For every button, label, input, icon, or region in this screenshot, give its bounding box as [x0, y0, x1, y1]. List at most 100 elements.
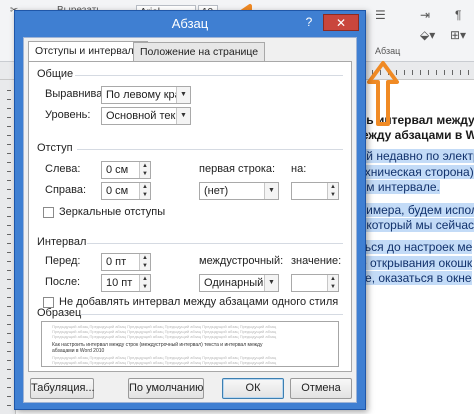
no-space-same-style-label: Не добавлять интервал между абзацами одн… — [59, 296, 339, 308]
first-line-select[interactable]: (нет) ▼ — [199, 182, 279, 200]
level-select[interactable]: Основной текст ▼ — [101, 107, 191, 125]
alignment-select[interactable]: По левому краю ▼ — [101, 86, 191, 104]
help-button[interactable]: ? — [299, 14, 319, 31]
general-heading: Общие — [37, 68, 74, 80]
tab-line-page-breaks[interactable]: Положение на странице — [133, 42, 266, 61]
preview-heading: Образец — [37, 307, 82, 319]
indent-icon[interactable]: ⇥ — [420, 8, 430, 22]
preview-previous-paragraph: Предыдущий абзац Предыдущий абзац Предыд… — [52, 335, 277, 339]
ruler-tick — [7, 135, 11, 136]
mirror-indents-checkbox[interactable] — [43, 207, 54, 218]
shading-icon[interactable]: ⬙▾ — [420, 28, 435, 42]
spin-up-icon[interactable]: ▲ — [328, 275, 338, 283]
ruler-tick — [7, 189, 11, 190]
ruler-tick — [468, 70, 469, 75]
ruler-tick — [404, 70, 405, 75]
document-line[interactable]: между абзацами в W — [353, 128, 474, 142]
indent-by-label: на: — [291, 163, 307, 175]
spacing-before-value: 0 пт — [106, 256, 127, 268]
ruler-tick — [7, 171, 11, 172]
ruler-tick — [444, 70, 445, 75]
ruler-tick — [7, 297, 11, 298]
chevron-down-icon: ▼ — [264, 275, 278, 291]
group-divider — [81, 314, 343, 315]
tab-panel: Общие Выравнивание: По левому краю ▼ Уров… — [28, 61, 352, 372]
spin-down-icon[interactable]: ▼ — [140, 191, 150, 199]
ruler-tick — [7, 198, 11, 199]
spin-up-icon[interactable]: ▲ — [140, 162, 150, 170]
document-line[interactable]: техническая сторона) — [353, 165, 474, 179]
first-line-label: первая строка: — [199, 163, 276, 175]
ruler-tick — [7, 234, 11, 235]
spin-down-icon[interactable]: ▼ — [328, 191, 338, 199]
ruler-tick — [7, 342, 11, 343]
ruler-tick — [7, 225, 11, 226]
ruler-tick — [7, 360, 11, 361]
document-line[interactable]: примера, будем испол — [353, 203, 474, 217]
group-divider — [75, 75, 343, 76]
indent-left-label: Слева: — [45, 163, 81, 175]
spin-up-icon[interactable]: ▲ — [140, 183, 150, 191]
cancel-button[interactable]: Отмена — [290, 378, 352, 399]
document-line[interactable]: ёте, оказаться в окне — [353, 271, 472, 285]
spin-down-icon[interactable]: ▼ — [140, 170, 150, 178]
paragraph-group-arrow-icon — [367, 61, 399, 126]
spacing-after-stepper[interactable]: 10 пт ▲ ▼ — [101, 274, 151, 292]
indent-by-stepper[interactable]: ▲ ▼ — [291, 182, 339, 200]
spin-down-icon[interactable]: ▼ — [328, 283, 338, 291]
ruler-tick — [412, 70, 413, 75]
ruler-tick — [7, 252, 11, 253]
ruler-tick — [7, 270, 11, 271]
ruler-tick — [7, 126, 11, 127]
indent-left-stepper[interactable]: 0 см ▲ ▼ — [101, 161, 151, 179]
spin-down-icon[interactable]: ▼ — [140, 283, 150, 291]
preview-previous-paragraph: Предыдущий абзац Предыдущий абзац Предыд… — [52, 325, 277, 329]
tabs-button[interactable]: Табуляция... — [30, 378, 95, 399]
spin-down-icon[interactable]: ▼ — [140, 262, 150, 270]
borders-icon[interactable]: ⊞▾ — [450, 28, 466, 42]
level-label: Уровень: — [45, 109, 91, 121]
chevron-down-icon: ▼ — [176, 108, 190, 124]
level-value: Основной текст — [106, 110, 186, 122]
mirror-indents-label: Зеркальные отступы — [59, 206, 166, 218]
group-divider — [87, 243, 343, 244]
ruler-tick — [7, 162, 11, 163]
ruler-tick — [7, 369, 11, 370]
spin-up-icon[interactable]: ▲ — [140, 275, 150, 283]
spin-up-icon[interactable]: ▲ — [140, 254, 150, 262]
line-spacing-at-stepper[interactable]: ▲ ▼ — [291, 274, 339, 292]
spin-up-icon[interactable]: ▲ — [328, 183, 338, 191]
close-button[interactable]: ✕ — [323, 14, 359, 31]
line-spacing-label: междустрочный: — [199, 255, 284, 267]
preview-next-paragraph: Предыдущий абзац Предыдущий абзац Предыд… — [52, 361, 277, 365]
chevron-down-icon: ▼ — [176, 87, 190, 103]
chevron-down-icon: ▼ — [264, 183, 278, 199]
pilcrow-icon[interactable]: ¶ — [455, 8, 461, 22]
ok-button[interactable]: ОК — [222, 378, 284, 399]
ruler-tick — [7, 279, 11, 280]
set-default-button[interactable]: По умолчанию — [128, 378, 204, 399]
document-line[interactable]: ней недавно по электро — [353, 149, 474, 163]
document-line[interactable]: аться до настроек ме — [353, 240, 473, 254]
document-line[interactable]: де открывания окошк — [353, 256, 473, 270]
indent-right-stepper[interactable]: 0 см ▲ ▼ — [101, 182, 151, 200]
document-line[interactable]: а, который мы сейчас — [353, 218, 474, 232]
ruler-tick — [7, 261, 11, 262]
spacing-before-stepper[interactable]: 0 пт ▲ ▼ — [101, 253, 151, 271]
preview-next-paragraph: Предыдущий абзац Предыдущий абзац Предыд… — [52, 356, 277, 360]
ruler-tick — [7, 216, 11, 217]
line-spacing-select[interactable]: Одинарный ▼ — [199, 274, 279, 292]
ruler-tick — [7, 315, 11, 316]
dialog-client-area: Отступы и интервалы Положение на страниц… — [23, 37, 357, 403]
group-divider — [77, 149, 343, 150]
preview-box: Предыдущий абзац Предыдущий абзац Предыд… — [41, 321, 339, 367]
ruler-tick — [7, 387, 11, 388]
tab-indents-spacing[interactable]: Отступы и интервалы — [28, 41, 149, 62]
indent-heading: Отступ — [37, 142, 73, 154]
indent-right-value: 0 см — [106, 185, 129, 197]
spacing-after-value: 10 пт — [106, 277, 133, 289]
bullets-icon[interactable]: ☰ — [375, 8, 386, 22]
spacing-before-label: Перед: — [45, 255, 81, 267]
document-line[interactable]: ном интервале. — [353, 180, 440, 194]
ruler-tick — [7, 99, 11, 100]
